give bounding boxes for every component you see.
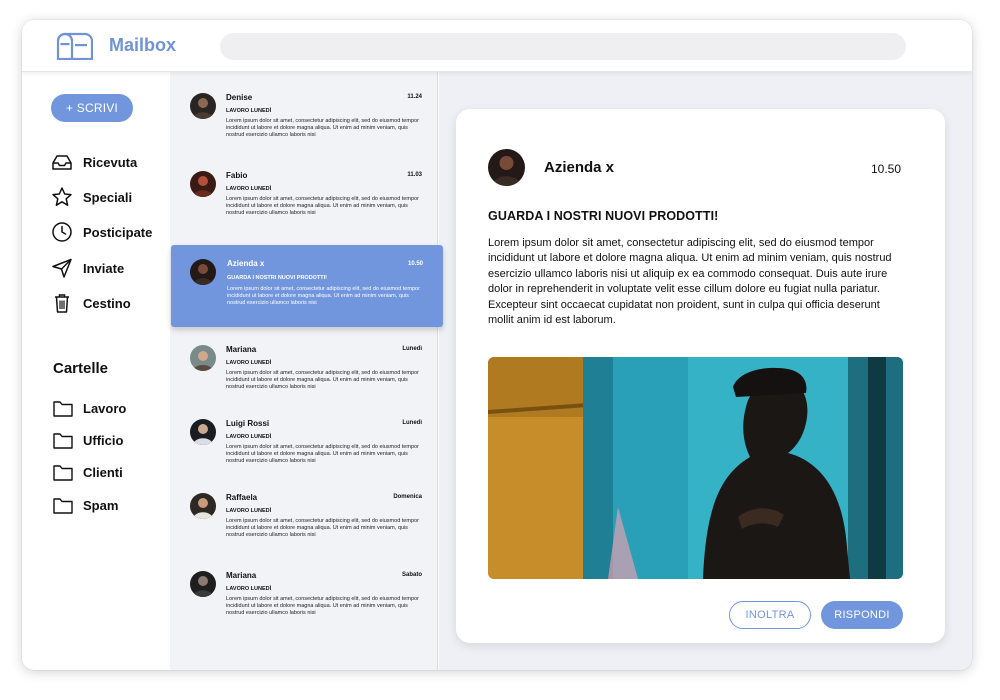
- message-preview: Lorem ipsum dolor sit amet, consectetur …: [226, 444, 419, 465]
- message-preview: Lorem ipsum dolor sit amet, consectetur …: [226, 196, 419, 217]
- message-time: Lunedì: [402, 420, 422, 426]
- message-subject: LAVORO LUNEDÌ: [226, 434, 272, 440]
- email-sender: Azienda x: [544, 159, 615, 176]
- avatar: [190, 171, 216, 197]
- message-sender: Raffaela: [226, 493, 258, 502]
- message-preview: Lorem ipsum dolor sit amet, consectetur …: [226, 118, 419, 139]
- folder-item-lavoro[interactable]: Lavoro: [53, 398, 126, 418]
- message-subject: LAVORO LUNEDÌ: [226, 360, 272, 366]
- message-time: 10.50: [407, 261, 423, 267]
- folder-item-label: Clienti: [83, 464, 123, 480]
- app-header: Mailbox: [22, 20, 972, 72]
- avatar: [190, 93, 216, 119]
- clock-icon: [52, 222, 72, 242]
- message-subject: LAVORO LUNEDÌ: [226, 108, 272, 114]
- message-item-mariana[interactable]: Mariana Lunedì LAVORO LUNEDÌ Lorem ipsum…: [170, 345, 438, 421]
- message-item-mariana-2[interactable]: Mariana Sabato LAVORO LUNEDÌ Lorem ipsum…: [170, 571, 438, 647]
- email-time: 10.50: [870, 162, 901, 176]
- sidebar-item-label: Cestino: [83, 295, 131, 311]
- sidebar: + SCRIVI Ricevuta Speciali Posticipate I…: [22, 72, 170, 670]
- message-subject: LAVORO LUNEDÌ: [226, 586, 272, 592]
- message-sender: Luigi Rossi: [226, 419, 270, 428]
- message-subject: LAVORO LUNEDÌ: [226, 508, 272, 514]
- message-time: 11.24: [407, 94, 422, 100]
- message-preview: Lorem ipsum dolor sit amet, consectetur …: [226, 596, 419, 617]
- message-preview: Lorem ipsum dolor sit amet, consectetur …: [226, 518, 419, 539]
- avatar: [190, 259, 216, 285]
- reply-button[interactable]: RISPONDI: [821, 601, 903, 629]
- avatar: [190, 571, 216, 597]
- folder-icon: [53, 497, 73, 514]
- folder-item-spam[interactable]: Spam: [53, 495, 118, 515]
- message-preview: Lorem ipsum dolor sit amet, consectetur …: [226, 370, 419, 391]
- forward-button[interactable]: INOLTRA: [729, 601, 811, 629]
- message-sender: Mariana: [226, 345, 257, 354]
- star-icon: [52, 187, 72, 206]
- folder-item-label: Ufficio: [83, 432, 124, 448]
- compose-button[interactable]: + SCRIVI: [51, 94, 133, 122]
- message-time: Lunedì: [402, 346, 422, 352]
- folder-item-clienti[interactable]: Clienti: [53, 462, 123, 482]
- sidebar-item-posticipate[interactable]: Posticipate: [51, 220, 152, 244]
- email-body: Lorem ipsum dolor sit amet, consectetur …: [488, 237, 892, 327]
- sidebar-item-cestino[interactable]: Cestino: [51, 291, 131, 315]
- avatar: [488, 149, 525, 186]
- message-time: Sabato: [401, 572, 422, 578]
- app-title: Mailbox: [109, 35, 177, 55]
- mailbox-logo-icon[interactable]: [55, 32, 93, 60]
- message-preview: Lorem ipsum dolor sit amet, consectetur …: [227, 286, 420, 307]
- folder-icon: [53, 432, 73, 449]
- message-subject: LAVORO LUNEDÌ: [226, 186, 272, 192]
- search-input[interactable]: [220, 33, 906, 60]
- email-image: [488, 357, 903, 579]
- sidebar-item-label: Posticipate: [83, 224, 153, 240]
- message-list: Denise 11.24 LAVORO LUNEDÌ Lorem ipsum d…: [170, 72, 443, 670]
- message-item-fabio[interactable]: Fabio 11.03 LAVORO LUNEDÌ Lorem ipsum do…: [170, 171, 438, 247]
- message-item-luigi-rossi[interactable]: Luigi Rossi Lunedì LAVORO LUNEDÌ Lorem i…: [170, 419, 438, 495]
- avatar: [190, 419, 216, 445]
- message-item-denise[interactable]: Denise 11.24 LAVORO LUNEDÌ Lorem ipsum d…: [170, 93, 438, 169]
- sidebar-item-ricevuta[interactable]: Ricevuta: [51, 150, 137, 174]
- trash-icon: [55, 294, 69, 313]
- folder-item-ufficio[interactable]: Ufficio: [53, 430, 123, 450]
- email-subject: GUARDA I NOSTRI NUOVI PRODOTTI!: [488, 209, 719, 223]
- sidebar-item-label: Inviate: [83, 260, 125, 276]
- message-sender: Mariana: [226, 571, 257, 580]
- inbox-icon: [52, 155, 72, 170]
- folder-icon: [53, 400, 73, 417]
- folder-item-label: Spam: [83, 497, 119, 513]
- send-icon: [52, 258, 72, 278]
- sidebar-item-speciali[interactable]: Speciali: [51, 185, 132, 209]
- sidebar-item-label: Speciali: [83, 189, 133, 205]
- sidebar-item-label: Ricevuta: [83, 154, 138, 170]
- message-sender: Azienda x: [227, 259, 265, 268]
- avatar: [190, 345, 216, 371]
- folders-heading: Cartelle: [53, 360, 109, 377]
- app-window: Mailbox + SCRIVI Ricevuta Speciali Posti…: [22, 20, 972, 670]
- message-time: Domenica: [393, 494, 422, 500]
- folder-icon: [53, 464, 73, 481]
- message-item-raffaela[interactable]: Raffaela Domenica LAVORO LUNEDÌ Lorem ip…: [170, 493, 438, 569]
- sidebar-item-inviate[interactable]: Inviate: [51, 256, 124, 280]
- message-item-azienda-x[interactable]: Azienda x 10.50 GUARDA I NOSTRI NUOVI PR…: [171, 245, 443, 327]
- folder-item-label: Lavoro: [83, 400, 127, 416]
- message-sender: Fabio: [226, 171, 248, 180]
- message-time: 11.03: [407, 172, 422, 178]
- avatar: [190, 493, 216, 519]
- message-sender: Denise: [226, 93, 253, 102]
- email-card: Azienda x 10.50 GUARDA I NOSTRI NUOVI PR…: [456, 109, 945, 643]
- message-subject: GUARDA I NOSTRI NUOVI PRODOTTI!: [227, 275, 328, 281]
